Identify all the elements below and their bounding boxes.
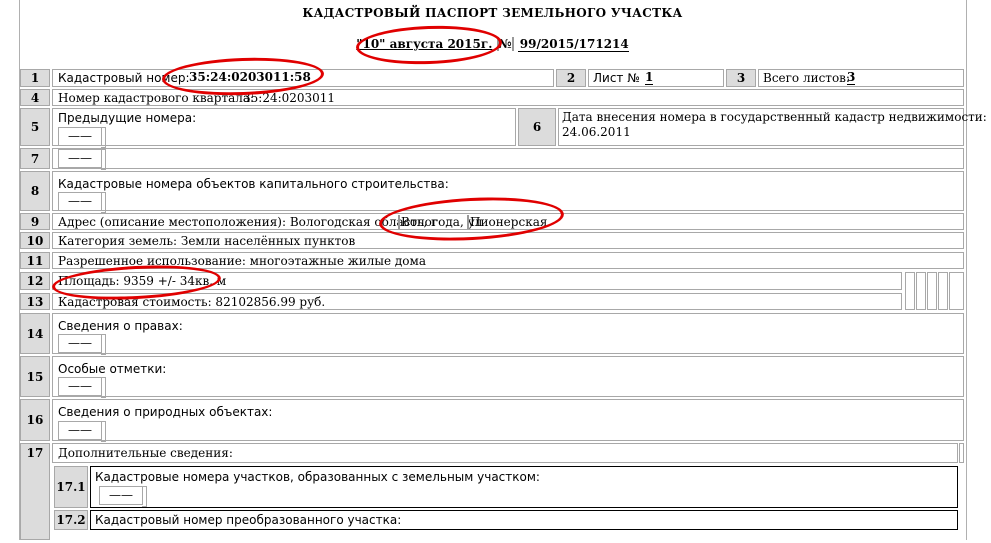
rights-label: Сведения о правах: [58, 319, 183, 333]
document-title: КАДАСТРОВЫЙ ПАСПОРТ ЗЕМЕЛЬНОГО УЧАСТКА [302, 6, 683, 20]
row-7-number: 7 [20, 148, 50, 169]
row-12-number: 12 [20, 272, 50, 290]
sheet-label: Лист № [593, 71, 640, 85]
grid-cell [916, 272, 926, 310]
row-5-number: 5 [20, 108, 50, 146]
row-17-1-number: 17.1 [54, 466, 88, 508]
row-11-number: 11 [20, 252, 50, 269]
grid-cell [949, 272, 964, 310]
row-13-number: 13 [20, 293, 50, 310]
total-sheets-label: Всего листов: [763, 71, 850, 85]
transformed-plot-label: Кадастровый номер преобразованного участ… [95, 513, 402, 527]
sheet-value: 1 [645, 70, 654, 85]
row-17-2-cell: Кадастровый номер преобразованного участ… [90, 510, 958, 530]
grid-cell [938, 272, 948, 310]
row-17-cell: Дополнительные сведения: [52, 443, 958, 463]
row-15-cell: Особые отметки: —— [52, 356, 964, 398]
formed-plots-label: Кадастровые номера участков, образованны… [95, 470, 540, 484]
row-8-number: 8 [20, 171, 50, 211]
row-14-number: 14 [20, 313, 50, 354]
total-sheets-cell: Всего листов: 3 [758, 69, 964, 87]
capital-objects-value: —— [58, 192, 106, 213]
row-3-number: 3 [726, 69, 756, 87]
row-10-number: 10 [20, 232, 50, 249]
row-13-cell: Кадастровая стоимость: 82102856.99 руб. [52, 293, 902, 310]
grid-cell [927, 272, 937, 310]
row-7-cell: —— [52, 148, 964, 170]
date-entry-value: 24.06.2011 [562, 125, 631, 139]
row-4-number: 4 [20, 89, 50, 106]
total-sheets-value: 3 [847, 70, 856, 85]
natural-objects-value: —— [58, 421, 106, 442]
sheet-cell: Лист № 1 [588, 69, 724, 87]
row-17-number: 17 [20, 443, 50, 540]
formed-plots-value: —— [99, 486, 147, 507]
row-17-1-cell: Кадастровые номера участков, образованны… [90, 466, 958, 508]
grid-cell [959, 443, 964, 463]
rights-value: —— [58, 334, 106, 355]
row-14-cell: Сведения о правах: —— [52, 313, 964, 355]
row-6-number: 6 [518, 108, 556, 146]
previous-numbers-label: Предыдущие номера: [58, 111, 197, 125]
natural-objects-label: Сведения о природных объектах: [58, 405, 273, 419]
special-notes-label: Особые отметки: [58, 362, 167, 376]
grid-cell [905, 272, 915, 310]
special-notes-value: —— [58, 377, 106, 398]
row-1-number: 1 [20, 69, 50, 87]
date-entry-label: Дата внесения номера в государственный к… [562, 110, 987, 124]
row-7-value: —— [58, 149, 106, 170]
additional-info-label: Дополнительные сведения: [58, 446, 233, 460]
row-15-number: 15 [20, 356, 50, 397]
row-16-cell: Сведения о природных объектах: —— [52, 399, 964, 442]
row-2-number: 2 [556, 69, 586, 87]
document-number: 99/2015/171214 [517, 37, 629, 52]
row-6-cell: Дата внесения номера в государственный к… [558, 108, 987, 146]
previous-numbers-value: —— [58, 127, 106, 148]
permitted-use: Разрешенное использование: многоэтажные … [58, 254, 426, 268]
row-17-2-number: 17.2 [54, 510, 88, 530]
capital-objects-label: Кадастровые номера объектов капитального… [58, 177, 449, 191]
row-5-cell: Предыдущие номера: —— [52, 108, 516, 148]
row-16-number: 16 [20, 399, 50, 441]
land-category: Категория земель: Земли населённых пункт… [58, 234, 356, 248]
row-9-number: 9 [20, 213, 50, 230]
